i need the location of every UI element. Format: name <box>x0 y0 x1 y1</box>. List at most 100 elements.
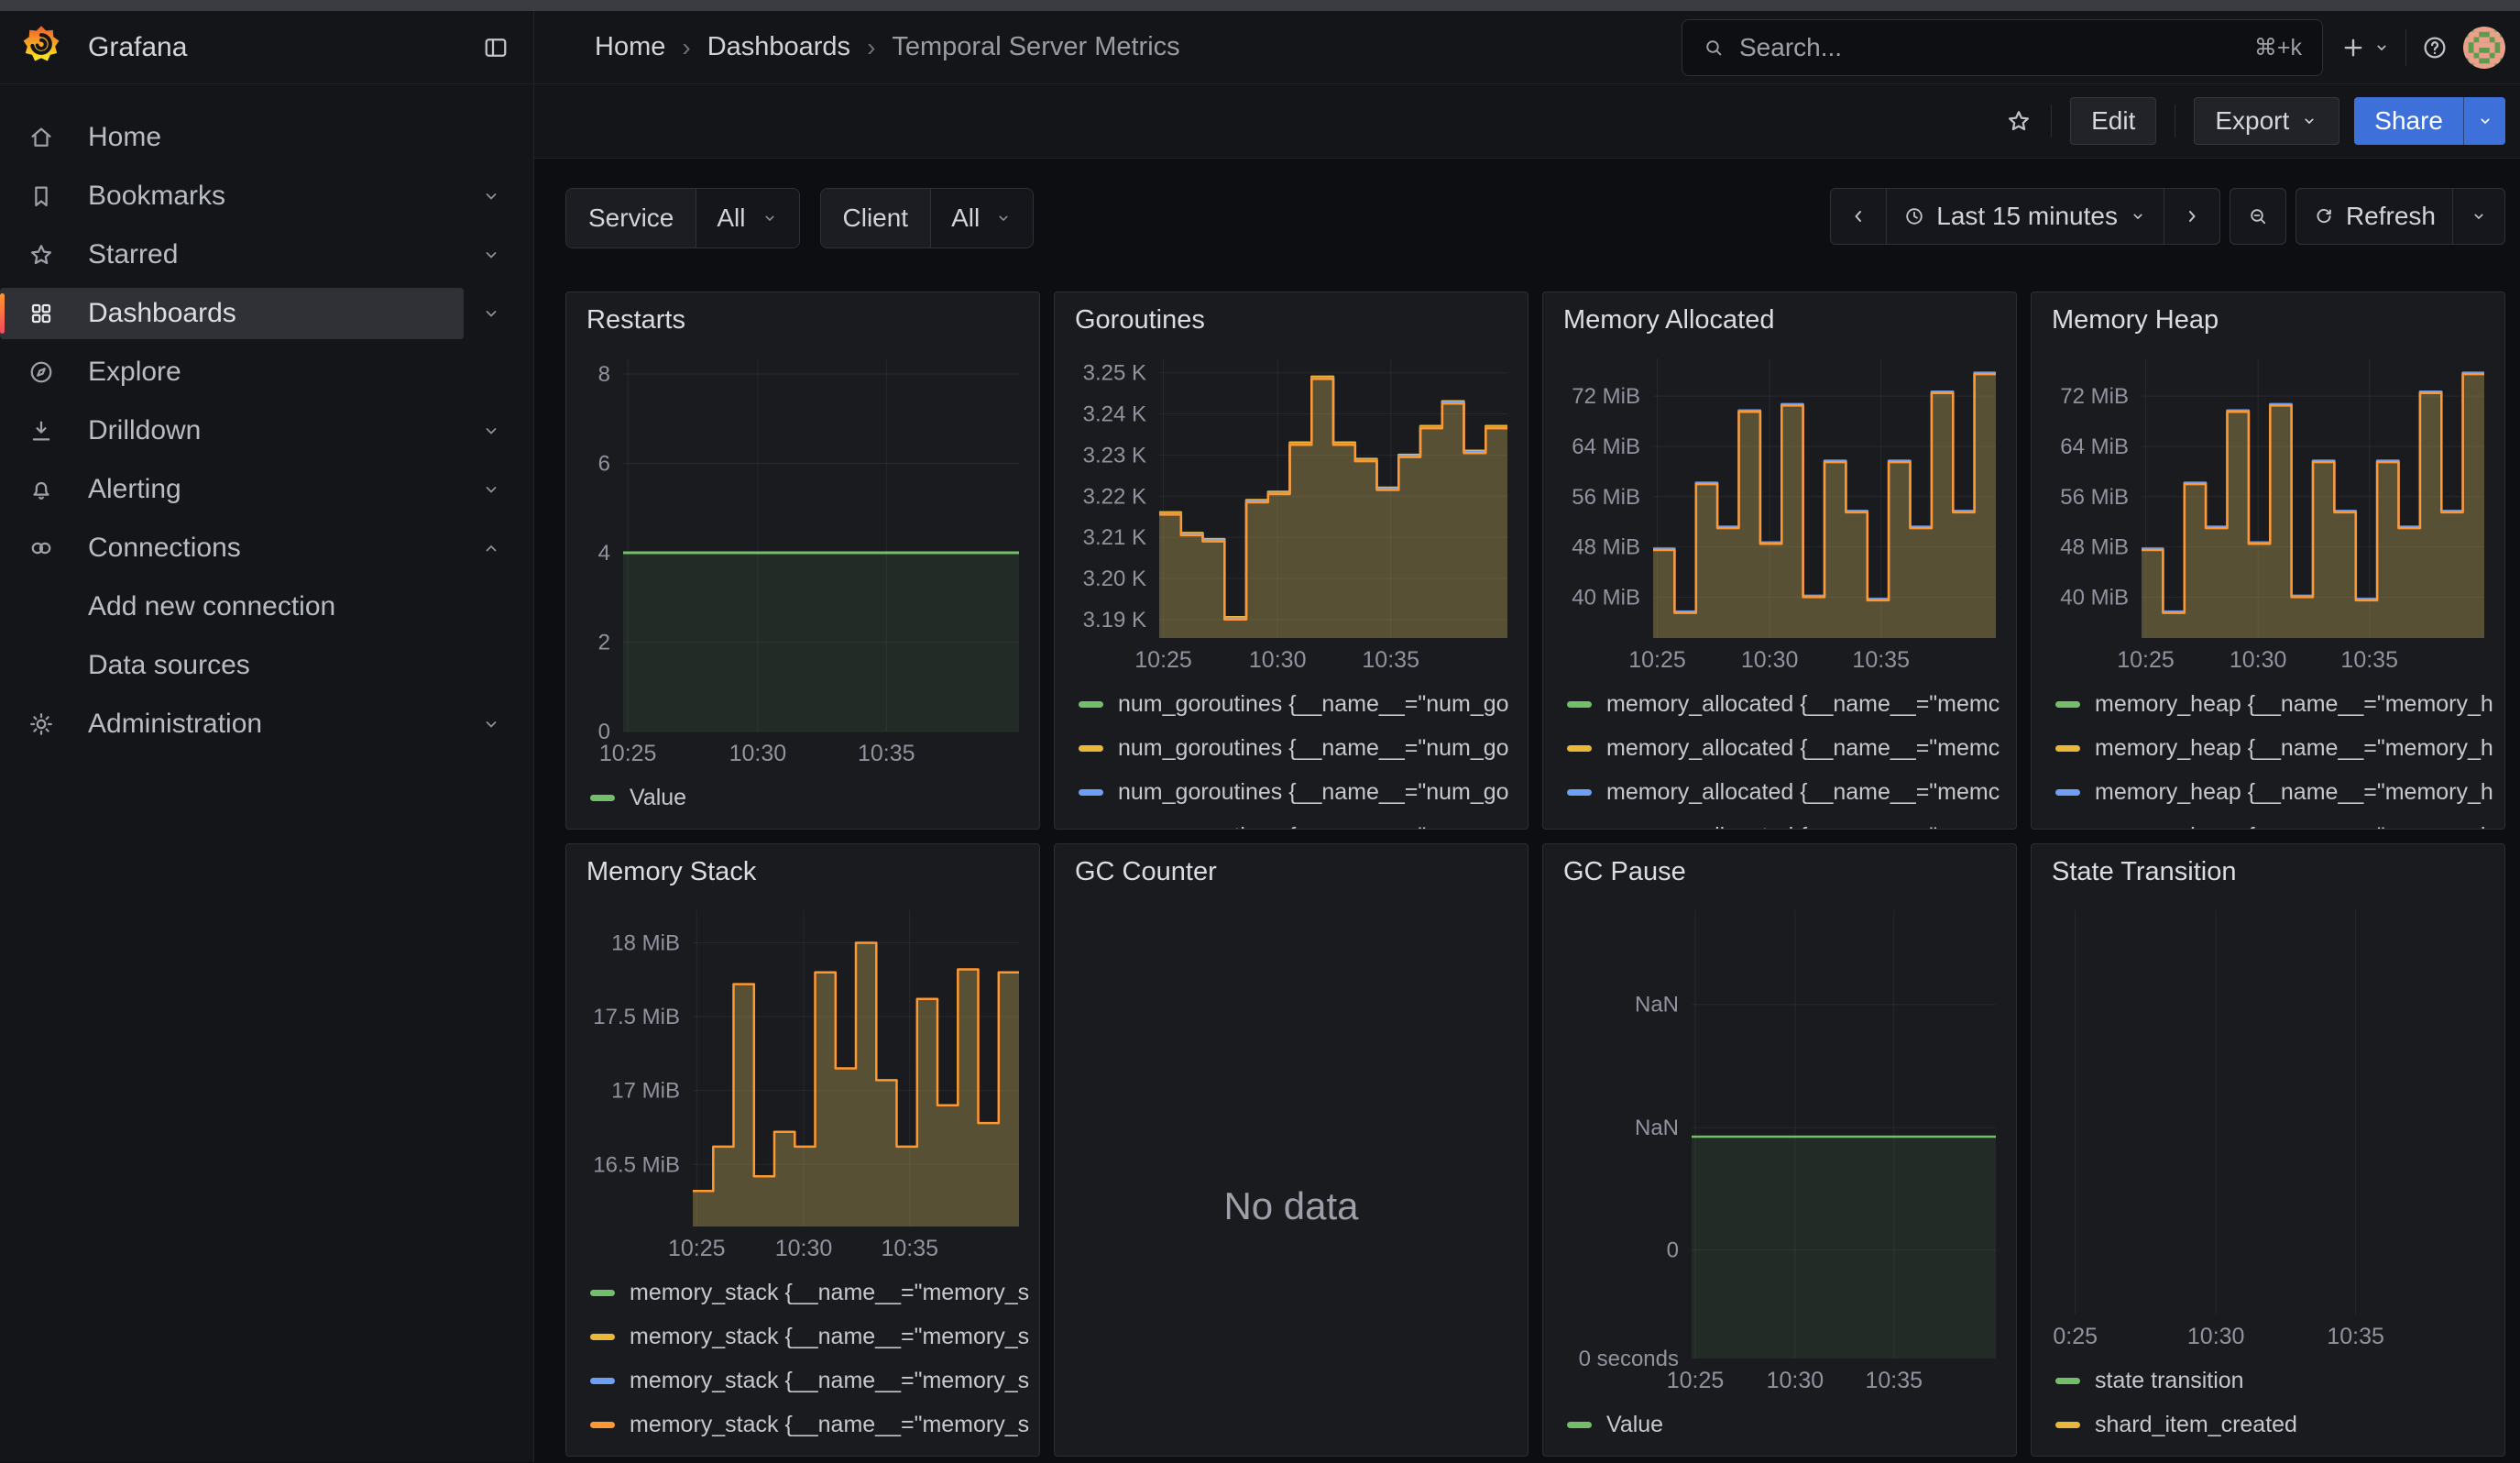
legend-item[interactable]: memory_allocated {__name__="memc <box>1567 726 2007 770</box>
sidebar-item-add-new-connection[interactable]: Add new connection <box>0 578 533 636</box>
panel-title[interactable]: Memory Heap <box>2052 305 2219 335</box>
legend-label[interactable]: memory_allocated {__name__="memc <box>1606 779 2000 806</box>
legend-label[interactable]: memory_allocated {__name__="memc <box>1606 823 2000 830</box>
breadcrumb-item[interactable]: Home <box>595 32 665 62</box>
legend-item[interactable]: memory_stack {__name__="memory_s <box>590 1270 1030 1314</box>
sidebar-link[interactable]: Administration <box>0 698 464 750</box>
time-series-chart[interactable]: 10:2510:3010:3518 MiB17.5 MiB17 MiB16.5 … <box>575 892 1030 1267</box>
panel-title[interactable]: GC Counter <box>1075 857 1217 886</box>
refresh-button[interactable]: Refresh <box>2296 189 2452 244</box>
legend-item[interactable]: memory_stack {__name__="memory_s <box>590 1314 1030 1358</box>
sidebar-item-bookmarks[interactable]: Bookmarks <box>0 167 533 226</box>
panel-title[interactable]: Goroutines <box>1075 305 1205 335</box>
sidebar-link[interactable]: Data sources <box>0 640 504 691</box>
legend-label[interactable]: memory_heap {__name__="memory_h <box>2095 691 2493 718</box>
expand-section-button[interactable] <box>471 244 511 266</box>
panel-title[interactable]: Restarts <box>586 305 685 335</box>
legend-label[interactable]: num_goroutines {__name__="num_go <box>1118 779 1509 806</box>
filter-value-dropdown[interactable]: All <box>696 189 798 248</box>
sidebar-link[interactable]: Explore <box>0 346 504 398</box>
panel-title[interactable]: Memory Stack <box>586 857 756 886</box>
time-series-chart[interactable]: 10:2510:3010:3586420 <box>575 340 1030 772</box>
add-new-button[interactable] <box>2339 34 2391 61</box>
legend-item[interactable]: state transition <box>2055 1358 2495 1402</box>
filter-value-dropdown[interactable]: All <box>930 189 1033 248</box>
legend-label[interactable]: memory_stack {__name__="memory_s <box>630 1368 1029 1394</box>
sidebar-link[interactable]: Drilldown <box>0 405 464 456</box>
sidebar-item-dashboards[interactable]: Dashboards <box>0 284 533 343</box>
legend-item[interactable]: memory_heap {__name__="memory_h <box>2055 726 2495 770</box>
edit-button[interactable]: Edit <box>2070 97 2156 145</box>
expand-section-button[interactable] <box>471 302 511 324</box>
legend-label[interactable]: memory_heap {__name__="memory_h <box>2095 735 2493 762</box>
legend-item[interactable]: memory_stack {__name__="memory_s <box>590 1402 1030 1446</box>
time-range-picker[interactable]: Last 15 minutes <box>1886 189 2164 244</box>
search-box[interactable]: ⌘+k <box>1682 19 2323 76</box>
sidebar-link[interactable]: Home <box>0 112 504 163</box>
sidebar-link[interactable]: Alerting <box>0 464 464 515</box>
breadcrumb-item[interactable]: Dashboards <box>707 32 850 62</box>
help-button[interactable] <box>2421 34 2449 61</box>
legend-label[interactable]: memory_allocated {__name__="memc <box>1606 691 2000 718</box>
legend-item[interactable]: Value <box>590 776 1030 820</box>
legend-item[interactable]: shard_item_created <box>2055 1402 2495 1446</box>
share-options-button[interactable] <box>2463 97 2505 145</box>
time-series-chart[interactable]: 10:2510:3010:3572 MiB64 MiB56 MiB48 MiB4… <box>1552 340 2007 678</box>
legend-item[interactable]: num_goroutines {__name__="num_go <box>1079 814 1518 829</box>
legend-item[interactable]: memory_allocated {__name__="memc <box>1567 682 2007 726</box>
expand-section-button[interactable] <box>471 713 511 735</box>
legend-label[interactable]: num_goroutines {__name__="num_go <box>1118 823 1509 830</box>
time-series-chart[interactable]: 10:2510:3010:3572 MiB64 MiB56 MiB48 MiB4… <box>2041 340 2495 678</box>
legend-label[interactable]: memory_stack {__name__="memory_s <box>630 1412 1029 1438</box>
time-forward-button[interactable] <box>2164 189 2219 244</box>
time-series-chart[interactable]: 10:2510:3010:35NaNNaN00 seconds <box>1552 892 2007 1399</box>
export-button[interactable]: Export <box>2194 97 2339 145</box>
sidebar-item-explore[interactable]: Explore <box>0 343 533 402</box>
legend-item[interactable]: memory_allocated {__name__="memc <box>1567 770 2007 814</box>
legend-item[interactable]: memory_heap {__name__="memory_h <box>2055 814 2495 829</box>
legend-item[interactable]: num_goroutines {__name__="num_go <box>1079 682 1518 726</box>
share-button[interactable]: Share <box>2354 97 2463 145</box>
legend-label[interactable]: shard_item_created <box>2095 1412 2297 1438</box>
sidebar-item-alerting[interactable]: Alerting <box>0 460 533 519</box>
legend-item[interactable]: memory_heap {__name__="memory_h <box>2055 770 2495 814</box>
time-back-button[interactable] <box>1831 189 1886 244</box>
sidebar-item-drilldown[interactable]: Drilldown <box>0 402 533 460</box>
sidebar-link[interactable]: Dashboards <box>0 288 464 339</box>
user-avatar[interactable] <box>2463 27 2505 69</box>
panel-title[interactable]: State Transition <box>2052 857 2237 886</box>
legend-label[interactable]: memory_allocated {__name__="memc <box>1606 735 2000 762</box>
sidebar-item-starred[interactable]: Starred <box>0 226 533 284</box>
legend-item[interactable]: memory_heap {__name__="memory_h <box>2055 682 2495 726</box>
expand-section-button[interactable] <box>471 185 511 207</box>
legend-label[interactable]: Value <box>630 785 686 811</box>
expand-section-button[interactable] <box>471 478 511 500</box>
sidebar-item-connections[interactable]: Connections <box>0 519 533 578</box>
legend-label[interactable]: memory_heap {__name__="memory_h <box>2095 823 2493 830</box>
sidebar-item-administration[interactable]: Administration <box>0 695 533 754</box>
legend-item[interactable]: memory_allocated {__name__="memc <box>1567 814 2007 829</box>
expand-section-button[interactable] <box>471 537 511 559</box>
panel-title[interactable]: Memory Allocated <box>1563 305 1775 335</box>
refresh-interval-button[interactable] <box>2452 189 2504 244</box>
grafana-logo-icon[interactable] <box>22 25 60 70</box>
legend-label[interactable]: state transition <box>2095 1368 2244 1394</box>
legend-label[interactable]: num_goroutines {__name__="num_go <box>1118 691 1509 718</box>
dock-sidebar-icon[interactable] <box>482 34 509 61</box>
legend-item[interactable]: memory_stack {__name__="memory_s <box>590 1358 1030 1402</box>
expand-section-button[interactable] <box>471 420 511 442</box>
time-series-chart[interactable]: 10:2510:3010:353.25 K3.24 K3.23 K3.22 K3… <box>1064 340 1518 678</box>
legend-item[interactable]: Value <box>1567 1402 2007 1446</box>
sidebar-link[interactable]: Bookmarks <box>0 170 464 222</box>
search-input[interactable] <box>1739 33 2254 62</box>
sidebar-link[interactable]: Connections <box>0 522 464 574</box>
legend-label[interactable]: memory_stack {__name__="memory_s <box>630 1324 1029 1350</box>
time-series-chart[interactable]: 0:2510:3010:35 <box>2041 892 2495 1355</box>
zoom-out-button[interactable] <box>2230 189 2285 244</box>
sidebar-link[interactable]: Starred <box>0 229 464 280</box>
sidebar-link[interactable]: Add new connection <box>0 581 504 632</box>
legend-label[interactable]: memory_heap {__name__="memory_h <box>2095 779 2493 806</box>
favorite-star-button[interactable] <box>2005 107 2032 135</box>
panel-title[interactable]: GC Pause <box>1563 857 1686 886</box>
sidebar-item-data-sources[interactable]: Data sources <box>0 636 533 695</box>
